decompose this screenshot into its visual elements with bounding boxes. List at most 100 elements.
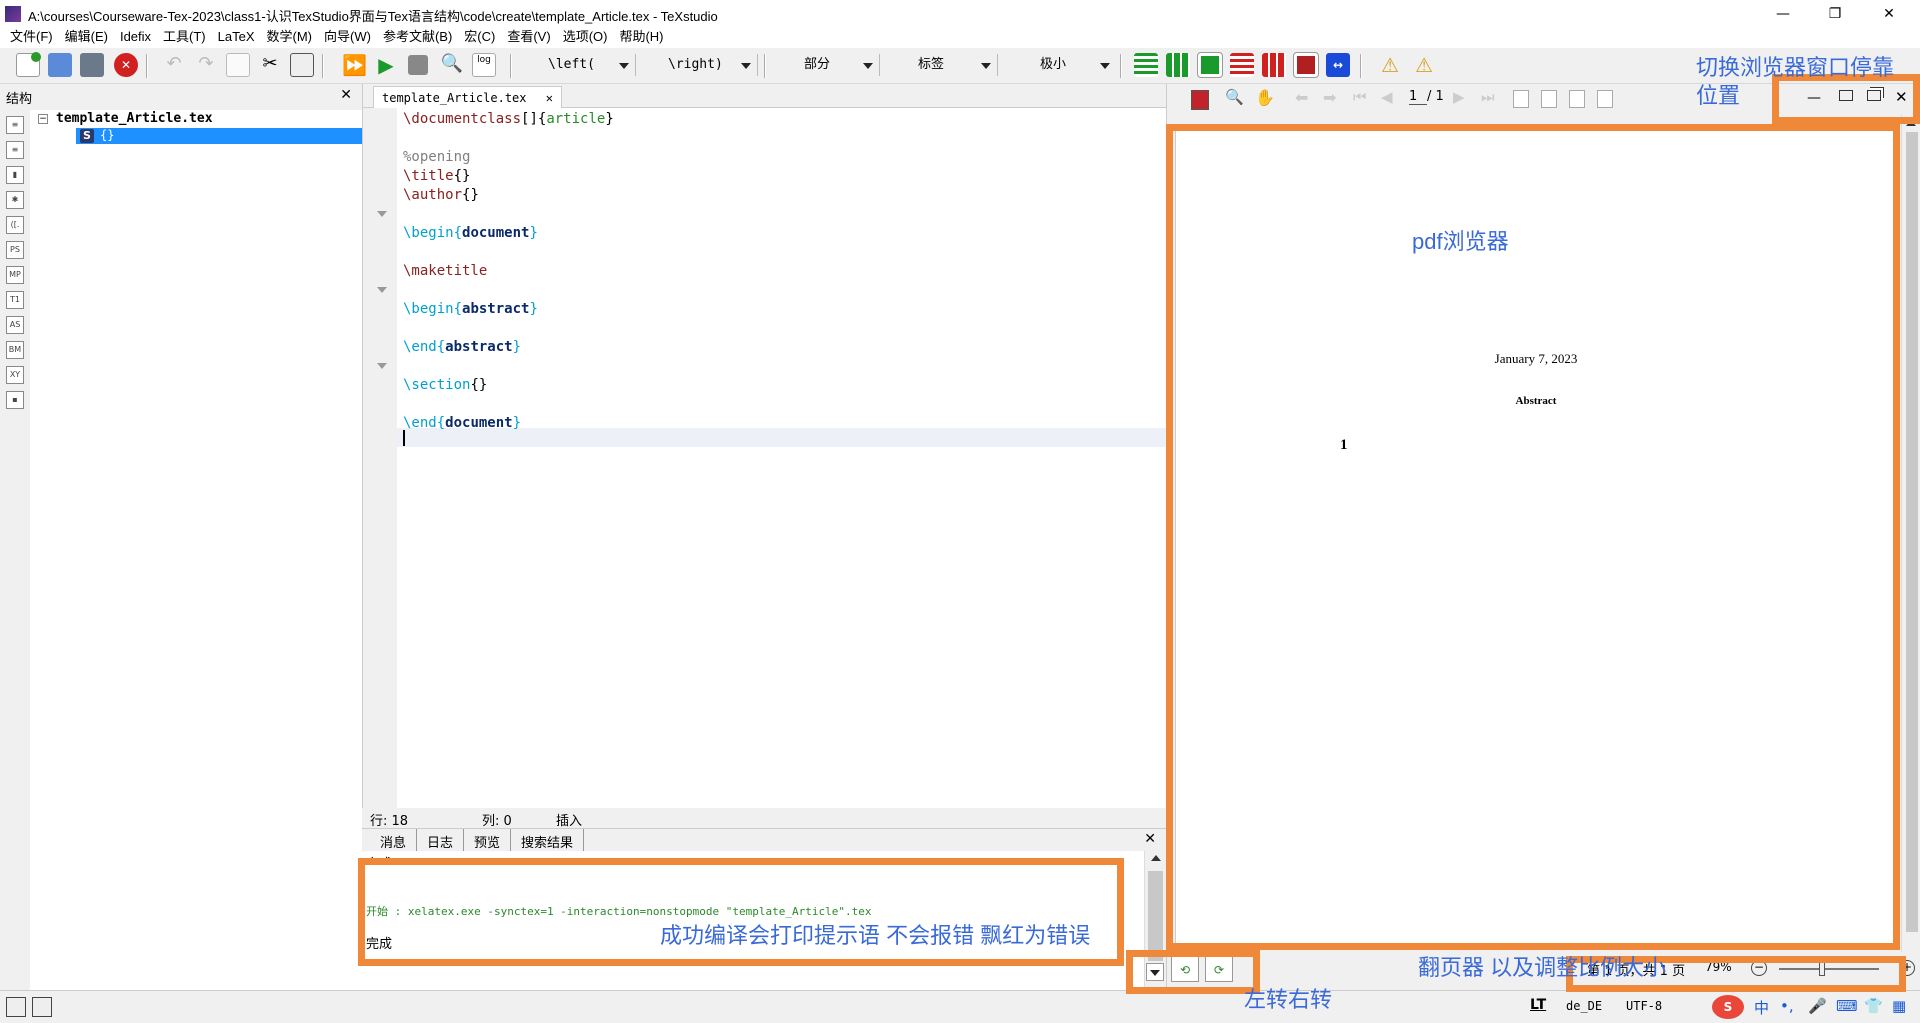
table-remove-column-icon[interactable]	[1262, 53, 1286, 77]
spell-language[interactable]: de_DE	[1566, 999, 1602, 1013]
languagetool-icon[interactable]: LT	[1530, 997, 1546, 1013]
messages-close-icon[interactable]: ✕	[1144, 831, 1156, 847]
tab-log[interactable]: 日志	[417, 829, 465, 851]
tab-messages[interactable]: 消息	[370, 829, 418, 851]
table-add-cell-icon[interactable]	[1197, 52, 1223, 78]
menu-view[interactable]: 查看(V)	[501, 28, 556, 48]
toggle-structure-icon[interactable]	[6, 997, 26, 1017]
menu-macros[interactable]: 宏(C)	[458, 28, 501, 48]
pstricks-icon[interactable]: PS	[6, 241, 24, 259]
size-combo[interactable]: 极小	[1004, 54, 1116, 76]
menu-idefix[interactable]: Idefix	[114, 28, 157, 48]
magnifier-icon[interactable]: 🔍	[1225, 88, 1244, 106]
paste-icon[interactable]	[290, 53, 314, 77]
forward-icon[interactable]: ➡	[1323, 88, 1336, 107]
cut-icon[interactable]: ✂	[258, 53, 282, 77]
menu-math[interactable]: 数学(M)	[261, 28, 319, 48]
view-log-icon[interactable]: log	[472, 53, 496, 77]
macros-icon[interactable]: ▪	[6, 391, 24, 409]
label-combo[interactable]: 标签	[884, 54, 998, 76]
pdf-scroll-thumb[interactable]	[1906, 132, 1918, 932]
table-remove-row-icon[interactable]	[1230, 53, 1254, 77]
redo-icon[interactable]: ↷	[194, 53, 218, 77]
menu-wizards[interactable]: 向导(W)	[318, 28, 377, 48]
section-combo[interactable]: 部分	[776, 54, 880, 76]
scroll-up-icon[interactable]	[1151, 855, 1161, 861]
save-icon[interactable]	[80, 53, 104, 77]
next-page-icon[interactable]: ▶	[1453, 88, 1465, 106]
structure-icon[interactable]: ≡	[6, 116, 24, 134]
menu-options[interactable]: 选项(O)	[557, 28, 614, 48]
minimize-button[interactable]: —	[1760, 0, 1806, 28]
table-align-icon[interactable]: ↔	[1326, 53, 1350, 77]
tab-preview[interactable]: 预览	[464, 829, 512, 851]
metapost-icon[interactable]: MP	[6, 266, 24, 284]
close-button[interactable]: ✕	[1866, 0, 1912, 28]
fold-icon[interactable]	[377, 287, 387, 293]
tikz-icon[interactable]: T1	[6, 291, 24, 309]
ime-punct-icon[interactable]: •,	[1780, 997, 1794, 1015]
page-number-input[interactable]: 1	[1409, 89, 1427, 105]
menu-tools[interactable]: 工具(T)	[157, 28, 212, 48]
close-file-icon[interactable]: ✕	[114, 53, 138, 77]
bookmarks-icon[interactable]: ▮	[6, 166, 24, 184]
xymatrix-icon[interactable]: XY	[6, 366, 24, 384]
brackets-icon[interactable]: ([.	[6, 216, 24, 234]
hand-tool-icon[interactable]: ✋	[1255, 88, 1275, 107]
zoom-actual-icon[interactable]	[1513, 90, 1529, 108]
last-page-icon[interactable]: ⏭	[1481, 88, 1495, 106]
left-delimiter-combo[interactable]: \left(	[526, 54, 636, 76]
stop-icon[interactable]	[408, 55, 428, 75]
tab-template-article[interactable]: template_Article.tex ✕	[373, 86, 562, 108]
view-pdf-icon[interactable]: 🔍	[440, 53, 464, 77]
ime-chinese-icon[interactable]: 中	[1754, 997, 1769, 1018]
toggle-messages-icon[interactable]	[32, 997, 52, 1017]
fold-icon[interactable]	[377, 211, 387, 217]
pdf-sync-icon[interactable]	[1191, 90, 1209, 110]
beamer-icon[interactable]: BM	[6, 341, 24, 359]
warning-check-icon[interactable]: ⚠	[1412, 53, 1436, 77]
warning-icon[interactable]: ⚠	[1378, 53, 1402, 77]
table-add-row-icon[interactable]	[1134, 53, 1158, 77]
fold-icon[interactable]	[377, 363, 387, 369]
fit-width-icon[interactable]	[1541, 90, 1557, 108]
menu-latex[interactable]: LaTeX	[212, 28, 261, 48]
structure-close-icon[interactable]: ✕	[340, 87, 352, 103]
asymptote-icon[interactable]: AS	[6, 316, 24, 334]
build-view-icon[interactable]: ⏩	[342, 53, 367, 77]
new-file-icon[interactable]	[16, 52, 41, 77]
menu-file[interactable]: 文件(F)	[4, 28, 59, 48]
menu-help[interactable]: 帮助(H)	[613, 28, 669, 48]
prev-page-icon[interactable]: ◀	[1381, 88, 1393, 106]
menu-edit[interactable]: 编辑(E)	[59, 28, 114, 48]
toc-icon[interactable]: ≡	[6, 141, 24, 159]
fit-page-icon[interactable]	[1569, 90, 1585, 108]
tab-close-icon[interactable]: ✕	[546, 91, 553, 105]
ime-menu-icon[interactable]: ▦	[1892, 997, 1906, 1015]
right-delimiter-combo[interactable]: \right)	[644, 54, 758, 76]
tree-item-section[interactable]: S {}	[76, 128, 362, 144]
first-page-icon[interactable]: ⏮	[1353, 88, 1367, 106]
code-area[interactable]: \documentclass[]{article} %opening \titl…	[397, 108, 1167, 808]
copy-icon[interactable]	[226, 53, 250, 77]
fit-text-icon[interactable]	[1597, 90, 1613, 108]
table-add-column-icon[interactable]	[1166, 53, 1190, 77]
compile-icon[interactable]: ▶	[374, 53, 398, 77]
ime-keyboard-icon[interactable]: ⌨	[1836, 997, 1858, 1015]
undo-icon[interactable]: ↶	[162, 53, 186, 77]
ime-logo-icon[interactable]: S	[1712, 995, 1744, 1019]
menu-bibliography[interactable]: 参考文献(B)	[377, 28, 458, 48]
file-encoding[interactable]: UTF-8	[1626, 999, 1662, 1013]
tab-search-results[interactable]: 搜索结果	[511, 829, 585, 851]
collapse-icon[interactable]: −	[38, 114, 48, 124]
symbols-icon[interactable]: ✱	[6, 191, 24, 209]
back-icon[interactable]: ⬅	[1295, 88, 1308, 107]
ime-mic-icon[interactable]: 🎤	[1808, 997, 1827, 1015]
table-remove-cell-icon[interactable]	[1293, 52, 1319, 78]
pdf-scrollbar[interactable]	[1901, 114, 1920, 952]
open-file-icon[interactable]	[48, 53, 72, 77]
tree-root-file[interactable]: template_Article.tex	[56, 111, 213, 126]
scroll-thumb[interactable]	[1148, 871, 1163, 961]
restore-button[interactable]: ❐	[1812, 0, 1858, 28]
ime-skin-icon[interactable]: 👕	[1864, 997, 1883, 1015]
